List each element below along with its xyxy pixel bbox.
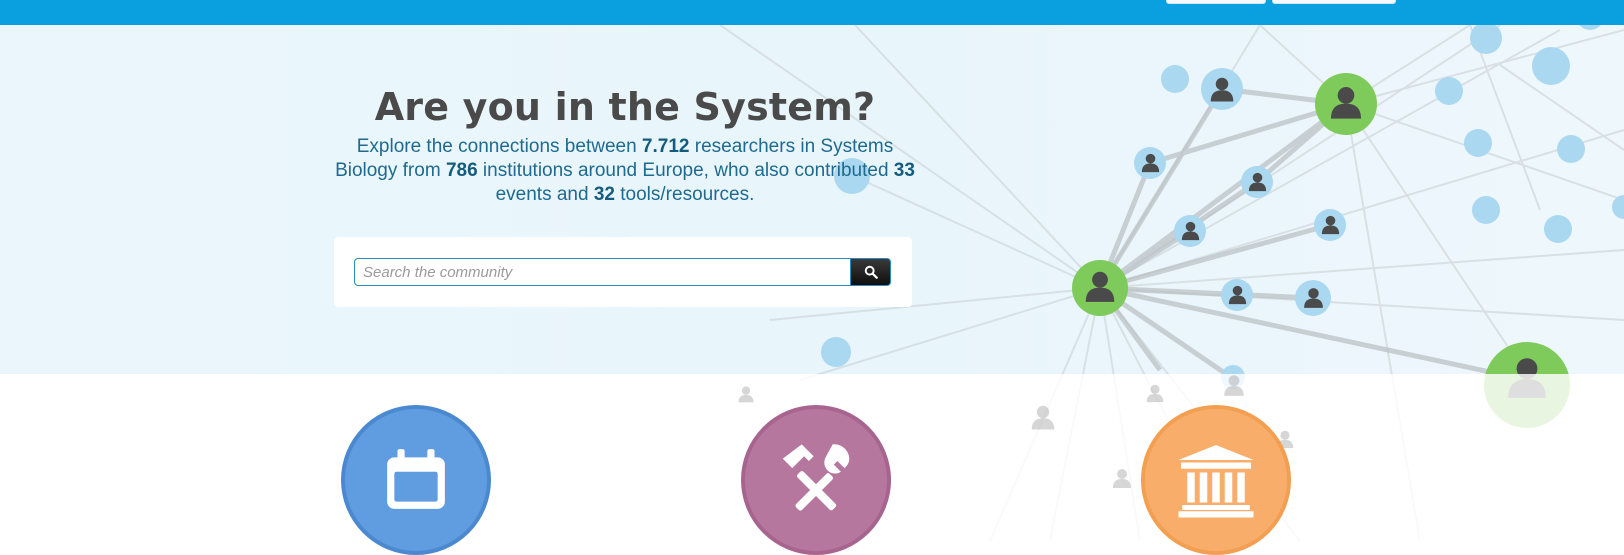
nav-button-2[interactable] xyxy=(1272,0,1396,4)
search-icon xyxy=(864,265,878,279)
hammer-wrench-icon xyxy=(782,444,850,511)
lead-text-1: Explore the connections between xyxy=(356,136,642,157)
hero-content: Are you in the System? Explore the conne… xyxy=(300,25,950,207)
institution-building-icon xyxy=(1178,445,1254,518)
tools-count: 32 xyxy=(593,184,615,205)
tools-feature-button[interactable] xyxy=(741,405,891,555)
lead-text-3: institutions around Europe, who also con… xyxy=(477,160,894,181)
events-feature-button[interactable] xyxy=(341,405,491,555)
hero-description: Explore the connections between 7.712 re… xyxy=(335,135,915,207)
researchers-count: 7.712 xyxy=(641,136,690,157)
calendar-icon xyxy=(387,449,445,509)
search-button[interactable] xyxy=(850,258,891,286)
search-panel xyxy=(334,237,912,307)
page-title: Are you in the System? xyxy=(374,85,876,129)
lead-text-4: events and xyxy=(495,184,594,205)
institutions-feature-button[interactable] xyxy=(1141,405,1291,555)
search-input[interactable] xyxy=(354,258,851,286)
nav-button-1[interactable] xyxy=(1166,0,1266,4)
events-count: 33 xyxy=(893,160,915,181)
top-navigation-bar xyxy=(0,0,1624,25)
institutions-count: 786 xyxy=(445,160,478,181)
lead-text-5: tools/resources. xyxy=(614,184,755,205)
